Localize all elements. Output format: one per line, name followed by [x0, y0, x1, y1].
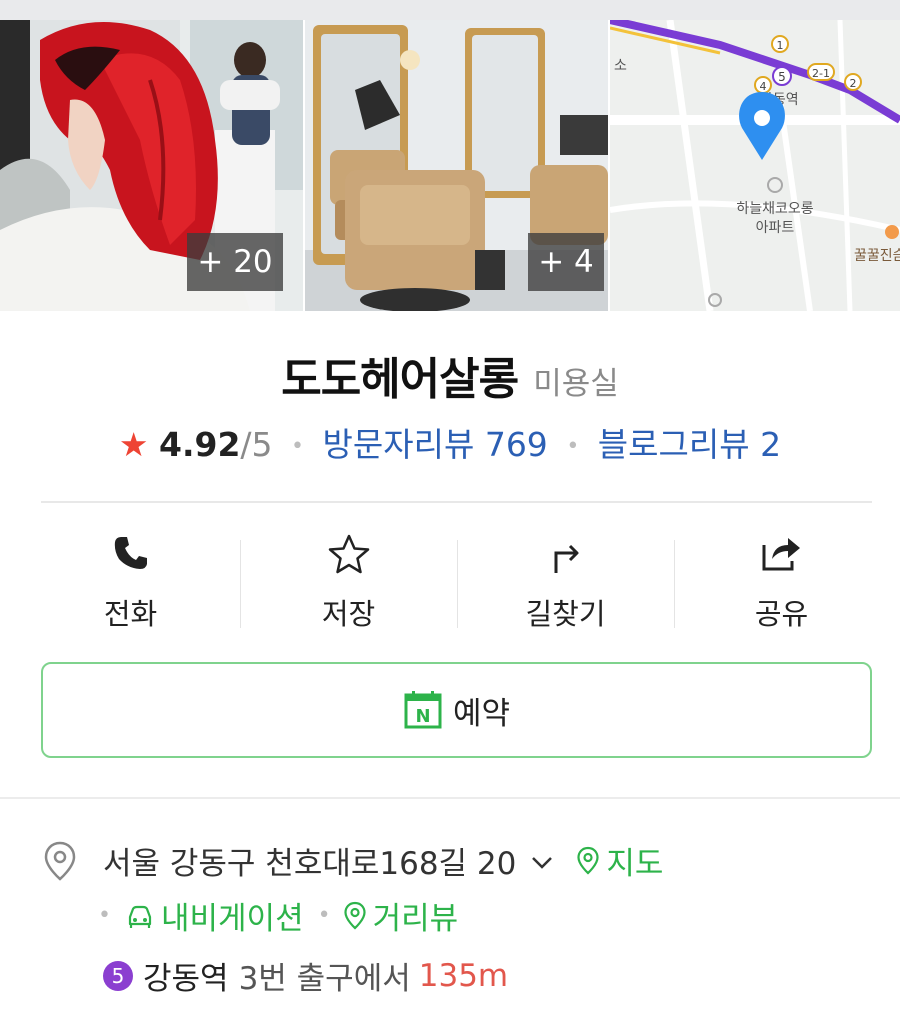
map-link-label: 지도	[606, 846, 664, 882]
location-pin-icon	[42, 840, 78, 886]
place-name: 도도헤어살롱	[281, 354, 519, 405]
separator-dot: •	[291, 434, 305, 459]
action-label: 전화	[103, 597, 158, 631]
action-label: 길찾기	[525, 597, 606, 631]
call-button[interactable]: 전화	[22, 523, 239, 641]
share-icon	[760, 533, 804, 577]
subway-distance: 135m	[418, 957, 509, 994]
map-building-label: 하늘채코오롱	[736, 201, 813, 217]
share-button[interactable]: 공유	[673, 523, 890, 641]
address-row: 서울 강동구 천호대로168길 20 지도	[103, 838, 663, 883]
phone-icon	[111, 533, 151, 577]
map-link[interactable]: 지도	[576, 838, 663, 883]
map-text-label: 소	[614, 58, 627, 74]
mini-map[interactable]: 1 2 4 5 2-1 강동역 소 하늘채코오롱 아파트 꿀꿀진슴	[610, 20, 900, 311]
rating-row: ★ 4.92/5 • 방문자리뷰 769 • 블로그리뷰 2	[0, 418, 900, 466]
status-bar	[0, 0, 900, 20]
divider	[41, 501, 872, 503]
rating-max: /5	[240, 425, 273, 464]
street-view-icon	[343, 901, 366, 929]
blog-reviews-link[interactable]: 블로그리뷰 2	[598, 425, 781, 464]
subway-exit-text: 3번 출구에서	[238, 961, 411, 997]
subway-line-badge: 5	[103, 960, 133, 991]
save-button[interactable]: 저장	[240, 523, 457, 641]
action-bar: 전화 저장 길찾기 공유	[22, 523, 890, 641]
street-view-link[interactable]: 거리뷰	[343, 893, 459, 938]
navigation-label: 내비게이션	[160, 901, 304, 937]
map-image: 1 2 4 5 2-1 강동역 소 하늘채코오롱 아파트 꿀꿀진슴	[610, 20, 900, 311]
map-exit-label: 2-1	[812, 67, 830, 80]
visitor-reviews-link[interactable]: 방문자리뷰 769	[323, 425, 548, 464]
photo-strip: + 20 + 4 1 2 4 5 2-1 소 하늘채코오롱 아파트 꿀꿀진슴	[0, 20, 900, 311]
map-building-label-2: 아파트	[756, 220, 795, 236]
star-icon: ★	[118, 425, 149, 464]
naver-booking-icon: N	[404, 691, 442, 729]
map-pin-outline-icon	[577, 846, 599, 874]
directions-button[interactable]: 길찾기	[457, 523, 674, 641]
street-view-label: 거리뷰	[372, 901, 459, 937]
action-label: 공유	[754, 597, 809, 631]
separator-dot: •	[317, 903, 331, 928]
chevron-down-icon[interactable]	[530, 843, 554, 879]
photo-more-badge[interactable]: + 20	[187, 233, 283, 291]
separator-dot: •	[98, 903, 111, 928]
reserve-label: 예약	[452, 695, 511, 732]
star-outline-icon	[327, 533, 371, 579]
action-label: 저장	[321, 597, 376, 631]
map-shop-label: 꿀꿀진슴	[854, 248, 900, 264]
reserve-button[interactable]: N 예약	[41, 662, 872, 758]
separator-dot: •	[566, 434, 580, 459]
navigation-link[interactable]: 내비게이션	[125, 893, 304, 938]
directions-icon	[546, 533, 586, 579]
photo-more-badge[interactable]: + 4	[528, 233, 604, 291]
map-exit-label: 1	[777, 39, 784, 52]
photo-interior[interactable]: + 4	[305, 20, 608, 311]
place-category: 미용실	[533, 366, 619, 402]
subway-station: 강동역	[143, 961, 229, 997]
map-exit-label: 2	[850, 77, 857, 90]
svg-text:N: N	[415, 706, 430, 727]
title-row: 도도헤어살롱 미용실	[0, 343, 900, 407]
subway-row: 5 강동역 3번 출구에서 135m	[103, 953, 508, 998]
navigation-row: • 내비게이션 • 거리뷰	[98, 893, 458, 938]
section-divider	[0, 797, 900, 799]
address-text: 서울 강동구 천호대로168길 20	[103, 846, 517, 882]
rating-value: 4.92	[159, 425, 241, 464]
car-icon	[128, 905, 152, 928]
photo-hair[interactable]: + 20	[0, 20, 303, 311]
map-line-badge: 5	[778, 70, 786, 84]
